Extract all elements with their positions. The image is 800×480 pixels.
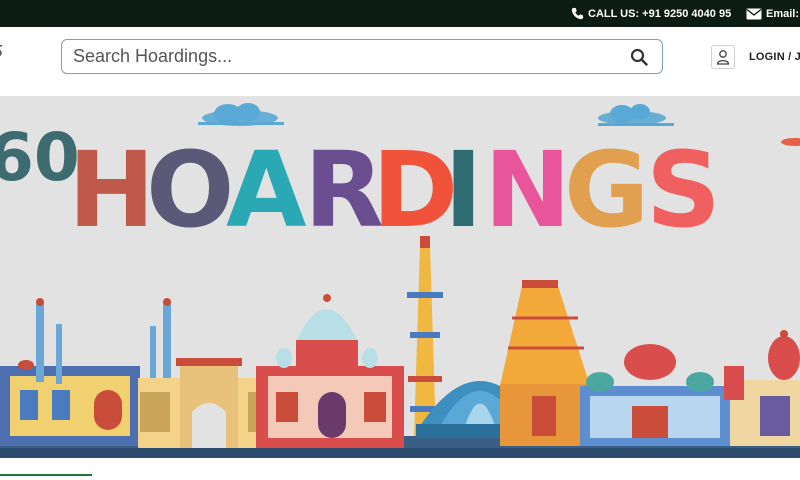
login-join-link[interactable]: LOGIN / J [749, 51, 800, 63]
search-bar [61, 39, 663, 74]
banner-title-letter: N [484, 129, 571, 251]
banner-title: HOARDI NGS [68, 129, 721, 251]
search-input[interactable] [73, 40, 613, 73]
monument-palace-icon [580, 344, 730, 446]
banner-illustration: 60 HOARDI NGS [0, 103, 800, 458]
envelope-icon [746, 8, 762, 19]
banner-title-letter: S [646, 129, 721, 251]
email-link[interactable]: Email: [746, 0, 799, 27]
call-us-link[interactable]: CALL US: +91 9250 4040 95 [571, 0, 731, 27]
cloud-left-icon [198, 103, 284, 126]
search-icon[interactable] [630, 48, 648, 66]
banner-title-letter: I [444, 129, 483, 251]
phone-icon [571, 7, 584, 20]
logo-fragment[interactable] [0, 44, 4, 58]
banner-title-letter: H [68, 129, 155, 251]
below-banner-section [0, 458, 800, 480]
balloon-icon [781, 138, 800, 146]
banner-title-letter: A [226, 129, 307, 251]
hero-banner[interactable]: 60 HOARDINGS [0, 96, 800, 458]
banner-title-letter: G [564, 129, 649, 251]
call-us-text: CALL US: +91 9250 4040 95 [588, 7, 732, 20]
monument-right-temple-icon [724, 330, 800, 446]
user-icon [716, 50, 730, 65]
email-text: Email: [766, 7, 800, 20]
monument-taj-mahal-icon [256, 294, 404, 448]
monument-gopuram-icon [500, 280, 590, 446]
user-account-button[interactable] [711, 45, 735, 69]
banner-title-letter: O [146, 129, 234, 251]
cloud-right-icon [598, 104, 674, 126]
top-contact-bar: CALL US: +91 9250 4040 95 Email: [0, 0, 800, 27]
section-accent-line [0, 474, 92, 476]
